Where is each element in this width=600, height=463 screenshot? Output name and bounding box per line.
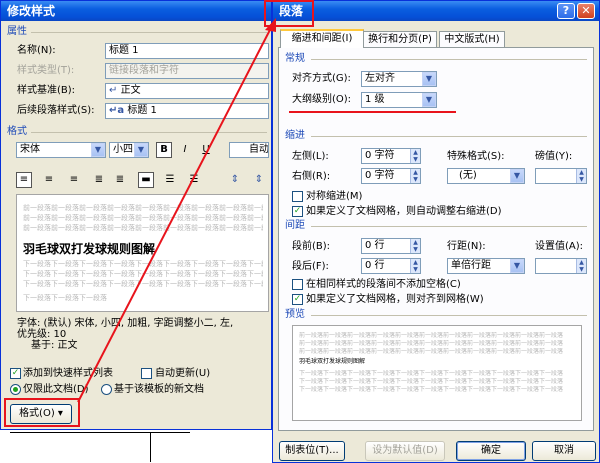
annotation-arrow-line	[77, 23, 274, 403]
annotation-arrow-head	[265, 18, 276, 32]
annotation-arrow-icon	[77, 18, 276, 403]
tab-indents-spacing[interactable]: 缩进和间距(I)	[280, 29, 364, 48]
